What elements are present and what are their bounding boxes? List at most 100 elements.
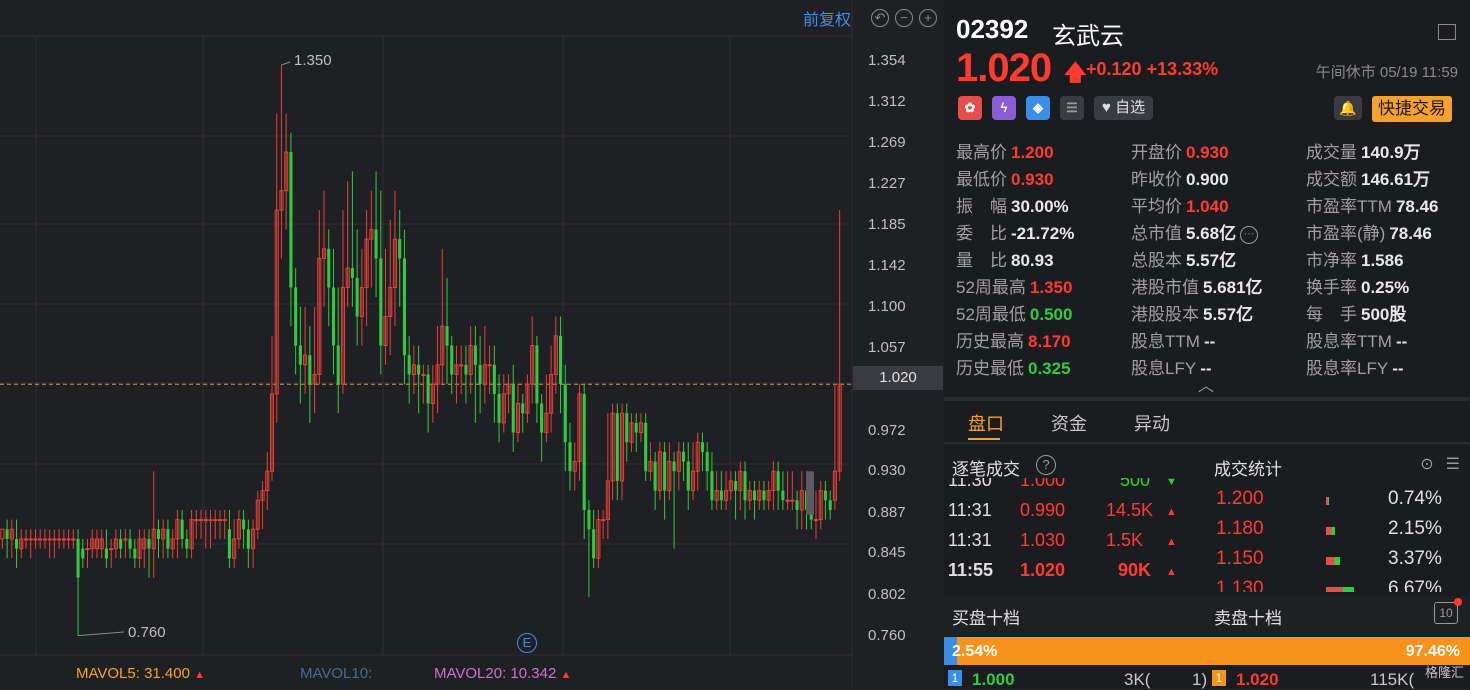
- candle-body: [294, 287, 298, 346]
- stat-item: 52周最高 1.350: [956, 273, 1072, 298]
- candle-body: [492, 364, 496, 394]
- stat-value: --: [1395, 332, 1408, 351]
- stat-key: 最低价: [956, 170, 1007, 189]
- stat-item: 总市值 5.68亿 ···: [1131, 219, 1259, 244]
- candle-body: [217, 519, 222, 522]
- candle-body: [71, 538, 76, 541]
- trade-stat-bar: [1326, 587, 1354, 592]
- trade-stats-title: 成交统计: [1214, 460, 1282, 479]
- heart-icon: ♥: [1102, 99, 1111, 116]
- stat-value: 1.586: [1361, 251, 1404, 270]
- sell-ratio-fill: [957, 637, 1470, 665]
- trade-stat-price: 1.180: [1216, 518, 1264, 539]
- candle-body: [242, 519, 246, 530]
- candle-body: [156, 529, 161, 539]
- more-icon[interactable]: ···: [1240, 225, 1259, 244]
- candle-body: [185, 538, 189, 549]
- stat-item: 成交额 146.61万: [1306, 165, 1430, 190]
- candle-body: [227, 529, 231, 559]
- zoom-in-icon[interactable]: +: [919, 9, 937, 27]
- candle-body: [327, 248, 331, 288]
- candle-body: [450, 345, 454, 375]
- tag-icon[interactable]: ◈: [1026, 96, 1050, 120]
- ten-levels-icon[interactable]: 10: [1434, 602, 1458, 624]
- tab-capital[interactable]: 资金: [1051, 410, 1087, 436]
- candle-body: [559, 335, 563, 385]
- trade-stat-price: 1.130: [1216, 578, 1264, 592]
- tick-trade-row: 11:31 0.990 14.5K ▲: [948, 500, 1188, 530]
- candle-body: [52, 538, 57, 541]
- stat-item: 52周最低 0.500: [956, 300, 1072, 325]
- candle-body: [823, 490, 827, 501]
- more-icon[interactable]: ⊙: [1420, 454, 1433, 474]
- quick-trade-button[interactable]: 快捷交易: [1372, 96, 1452, 122]
- candle-body: [61, 538, 66, 541]
- arrow-up-icon: ▲: [1166, 566, 1177, 578]
- stat-row: 最高价 1.200 开盘价 0.930 成交量 140.9万: [956, 138, 1466, 165]
- candle-body: [119, 538, 123, 549]
- list-icon[interactable]: ☰: [1446, 454, 1460, 474]
- collapse-caret-icon[interactable]: ︿: [1198, 372, 1214, 396]
- tab-orderbook[interactable]: 盘口: [968, 410, 1004, 436]
- stat-item: 成交量 140.9万: [1306, 138, 1421, 163]
- adjust-mode-button[interactable]: 前复权: [803, 6, 851, 30]
- mavol5-label: MAVOL5: 31.400 ▲: [76, 665, 206, 682]
- sell-ratio-text: 97.46%: [1405, 643, 1460, 660]
- stat-key: 52周最低: [956, 305, 1026, 324]
- stat-key: 52周最高: [956, 278, 1026, 297]
- stat-item: 港股股本 5.57亿: [1131, 300, 1253, 325]
- candle-body: [828, 500, 832, 510]
- stat-key: 市净率: [1306, 251, 1357, 270]
- price-axis-tick: 1.312: [868, 92, 906, 110]
- kline-chart-panel[interactable]: 前复权 ↶ − + 1.354 1.312 1.269 1.227 1.185 1.142…: [0, 0, 943, 688]
- candle-body: [398, 239, 402, 259]
- stock-tags: ✿ ϟ ◈ ☰ ♥ 自选: [958, 96, 1154, 120]
- candle-body: [795, 500, 799, 510]
- candle-body: [28, 538, 33, 541]
- orderbook-header: 买盘十档 卖盘十档: [944, 596, 1470, 636]
- market-status: 午间休市 05/19 11:59: [1315, 64, 1458, 81]
- orderbook-level-row[interactable]: 1 1.000 3K( 1) 1 1.020 115K(: [944, 670, 1470, 689]
- notes-icon[interactable]: ☰: [1060, 96, 1084, 120]
- alert-bell-icon[interactable]: 🔔: [1334, 96, 1362, 120]
- watchlist-button[interactable]: ♥ 自选: [1094, 96, 1154, 120]
- trade-stat-pct: 6.67%: [1388, 578, 1442, 592]
- tick-volume: 90K: [1118, 560, 1152, 580]
- zoom-out-icon[interactable]: −: [895, 9, 913, 27]
- trade-stats-list[interactable]: 1.200 0.74% 1.180 2.15% 1.150 3.37% 1.130 6.67%: [1214, 486, 1454, 592]
- candle-body: [203, 519, 208, 522]
- arrow-down-icon: ▼: [1166, 478, 1177, 488]
- stat-key: 成交额: [1306, 170, 1357, 189]
- candle-body: [166, 529, 170, 549]
- candle-body: [601, 519, 606, 522]
- hk-flag-icon[interactable]: ✿: [958, 96, 982, 120]
- tick-trades-list[interactable]: 11:30 1.000 500 ▼ 11:31 0.990 14.5K ▲ 11:31 1.030…: [948, 478, 1188, 592]
- stat-row: 52周最低 0.500 港股股本 5.57亿 每 手 500股: [956, 300, 1466, 327]
- candle-body: [672, 461, 676, 472]
- candle-body: [128, 538, 132, 549]
- candle-body: [33, 538, 38, 541]
- price-axis-tick: 0.760: [868, 626, 906, 644]
- tick-volume: 500: [1120, 478, 1151, 490]
- price-axis-tick: 1.185: [868, 215, 906, 233]
- stat-value: 1.350: [1029, 278, 1073, 297]
- stat-key: 股息TTM: [1131, 332, 1200, 351]
- level2-icon[interactable]: ϟ: [992, 96, 1016, 120]
- layout-toggle-icon[interactable]: [1438, 24, 1456, 40]
- buy-level-price: 1.000: [972, 670, 1015, 689]
- candle-body: [417, 364, 421, 375]
- stat-item: 量 比 80.93: [956, 246, 1054, 271]
- stat-value: --: [1392, 359, 1404, 378]
- candle-body: [790, 499, 795, 502]
- help-icon[interactable]: ?: [1036, 455, 1056, 475]
- tick-volume: 14.5K: [1106, 500, 1154, 520]
- stat-key: 股息率LFY: [1306, 359, 1389, 378]
- stat-item: 市盈率TTM 78.46: [1306, 192, 1438, 217]
- undo-icon[interactable]: ↶: [871, 9, 889, 27]
- event-marker-icon[interactable]: E: [517, 633, 537, 653]
- stat-value: 5.68亿: [1186, 224, 1237, 243]
- kline-chart[interactable]: [0, 0, 943, 688]
- price-axis-tick: 0.930: [868, 462, 906, 480]
- sell-level-volume: 115K(: [1370, 670, 1415, 689]
- tab-anomaly[interactable]: 异动: [1134, 410, 1170, 436]
